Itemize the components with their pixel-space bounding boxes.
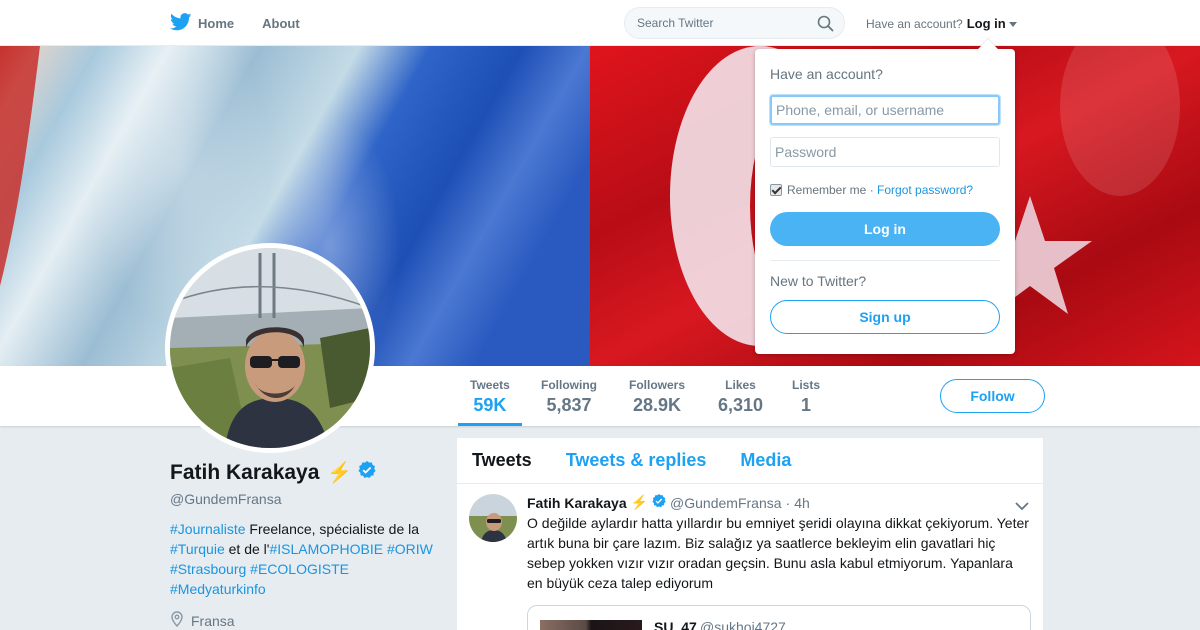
tweet-timestamp[interactable]: 4h xyxy=(794,495,810,511)
chevron-down-icon[interactable] xyxy=(1015,498,1029,516)
stat-label: Tweets xyxy=(470,378,510,392)
profile-bio: #Journaliste Freelance, spécialiste de l… xyxy=(170,519,440,599)
hashtag-link[interactable]: #Turquie xyxy=(170,541,225,557)
profile-card: Fatih Karakaya ⚡ @GundemFransa #Journali… xyxy=(170,460,440,630)
timeline: Tweets Tweets & replies Media Fatih Kara… xyxy=(456,437,1044,630)
tab-media[interactable]: Media xyxy=(740,450,791,471)
tweet-text: O değilde aylardır hatta yıllardır bu em… xyxy=(527,515,1029,591)
hashtag-link[interactable]: #Medyaturkinfo xyxy=(170,581,266,597)
search-placeholder: Search Twitter xyxy=(637,16,714,30)
stat-following[interactable]: Following 5,837 xyxy=(541,378,597,416)
hashtag-link[interactable]: #Journaliste xyxy=(170,521,246,537)
nav-about-label: About xyxy=(262,15,300,31)
nav-left: Home About xyxy=(170,0,328,46)
stat-value: 1 xyxy=(801,395,812,415)
stat-value: 28.9K xyxy=(632,395,682,415)
lightning-emoji: ⚡ xyxy=(327,462,353,484)
location-pin-icon xyxy=(170,611,191,630)
search-icon[interactable] xyxy=(817,15,834,37)
hashtag-link[interactable]: #ORIW xyxy=(387,541,433,557)
tweet-avatar[interactable] xyxy=(469,494,517,542)
tab-tweets-replies[interactable]: Tweets & replies xyxy=(566,450,707,471)
stat-likes[interactable]: Likes 6,310 xyxy=(718,378,763,416)
remember-me-row: Remember me · Forgot password? xyxy=(770,183,973,197)
new-to-twitter-text: New to Twitter? xyxy=(770,273,867,289)
twitter-bird-icon xyxy=(170,12,198,34)
hashtag-link[interactable]: #ISLAMOPHOBIE xyxy=(269,541,383,557)
username-field[interactable] xyxy=(770,95,1000,125)
remember-separator: · xyxy=(866,183,878,197)
stat-value: 5,837 xyxy=(546,395,592,415)
remember-me-label[interactable]: Remember me xyxy=(787,183,866,197)
stat-tweets[interactable]: Tweets 59K xyxy=(458,378,522,426)
nav-about[interactable]: About xyxy=(262,16,300,31)
quoted-author-handle: @sukhoi4727 xyxy=(700,619,786,630)
timeline-tabs: Tweets Tweets & replies Media xyxy=(457,438,1043,484)
stat-label: Likes xyxy=(725,378,756,392)
stat-followers[interactable]: Followers 28.9K xyxy=(629,378,685,416)
hashtag-link[interactable]: #Strasbourg xyxy=(170,561,246,577)
stat-value: 59K xyxy=(473,395,507,415)
profile-name[interactable]: Fatih Karakaya xyxy=(170,461,319,485)
search-input[interactable]: Search Twitter xyxy=(624,7,845,39)
nav-home-label: Home xyxy=(198,15,235,31)
divider xyxy=(770,260,1000,261)
quoted-tweet-image xyxy=(540,620,642,630)
quoted-author-name: SU_47 xyxy=(654,619,697,630)
account-prompt: Have an account? xyxy=(866,16,963,31)
stat-lists[interactable]: Lists 1 xyxy=(792,378,820,416)
location-text: Fransa xyxy=(191,612,235,629)
stat-label: Lists xyxy=(792,378,821,392)
profile-location: Fransa xyxy=(170,611,440,630)
profile-handle[interactable]: @GundemFransa xyxy=(170,491,440,507)
tweet-author-name[interactable]: Fatih Karakaya xyxy=(527,495,627,511)
bio-text: Freelance, spécialiste de la xyxy=(245,521,420,537)
stat-label: Following xyxy=(541,378,597,392)
verified-badge-icon xyxy=(358,460,376,485)
profile-name-row: Fatih Karakaya ⚡ xyxy=(170,460,440,485)
remember-me-checkbox[interactable] xyxy=(770,184,782,196)
signup-button[interactable]: Sign up xyxy=(770,300,1000,334)
login-dropdown: Have an account? Remember me · Forgot pa… xyxy=(755,49,1015,354)
account-menu[interactable]: Have an account? Log in xyxy=(866,16,1017,31)
quoted-tweet[interactable]: SU_47 @sukhoi4727 xyxy=(527,605,1031,630)
hashtag-link[interactable]: #ECOLOGISTE xyxy=(250,561,349,577)
bio-text: et de l' xyxy=(224,541,270,557)
top-navigation: Home About Search Twitter Have an accoun… xyxy=(0,0,1200,46)
password-field[interactable] xyxy=(770,137,1000,167)
stat-label: Followers xyxy=(629,378,686,392)
nav-home[interactable]: Home xyxy=(170,12,235,34)
caret-down-icon xyxy=(1008,21,1017,27)
stat-value: 6,310 xyxy=(718,395,764,415)
avatar[interactable] xyxy=(165,243,375,453)
tweet-author-handle[interactable]: @GundemFransa xyxy=(670,495,781,511)
forgot-password-link[interactable]: Forgot password? xyxy=(877,183,973,197)
login-button[interactable]: Log in xyxy=(770,212,1000,246)
lightning-emoji: ⚡ xyxy=(630,494,649,510)
tweet-header: Fatih Karakaya ⚡ @GundemFransa · 4h xyxy=(527,494,1031,511)
avatar-image xyxy=(170,248,370,448)
tweet-separator: · xyxy=(785,494,791,511)
login-toggle[interactable]: Log in xyxy=(967,16,1006,31)
follow-button[interactable]: Follow xyxy=(940,379,1045,413)
tweet[interactable]: Fatih Karakaya ⚡ @GundemFransa · 4h O de… xyxy=(457,484,1043,630)
login-dropdown-title: Have an account? xyxy=(770,66,883,82)
verified-badge-icon xyxy=(652,494,666,511)
tab-tweets[interactable]: Tweets xyxy=(472,450,532,471)
